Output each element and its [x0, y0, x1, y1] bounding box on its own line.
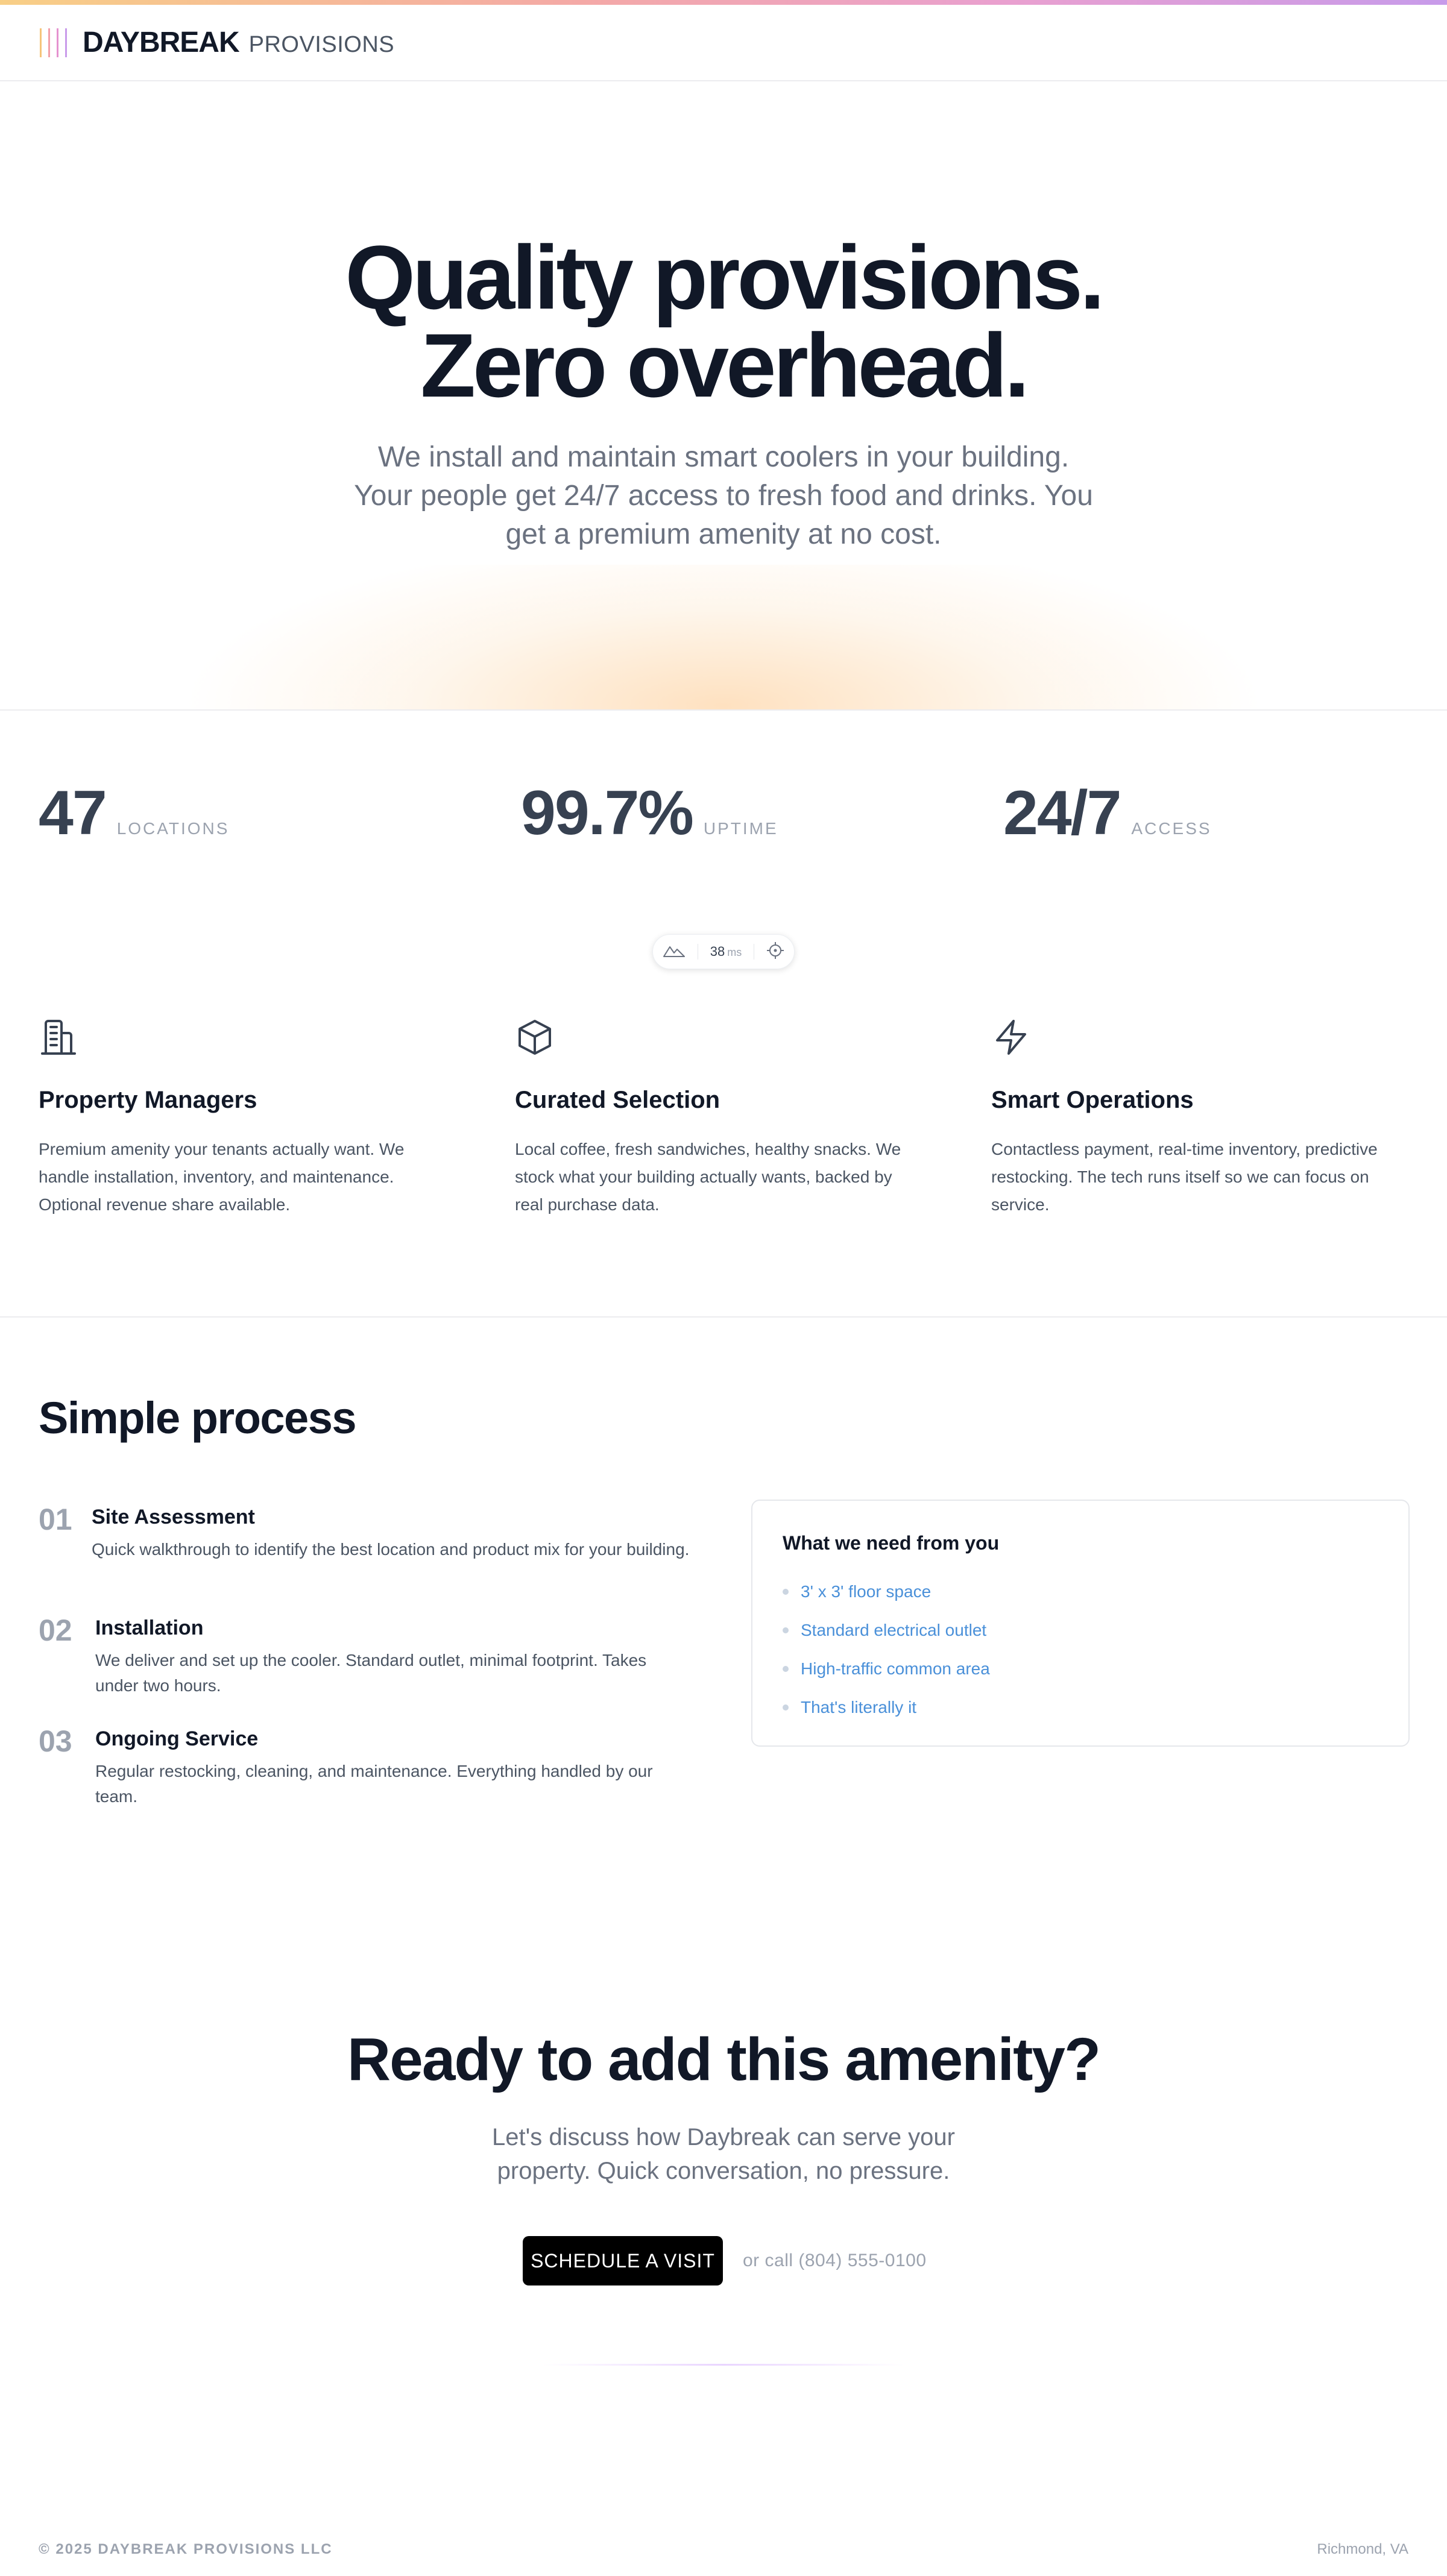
step-number: 02 [39, 1613, 72, 1647]
step-text: Regular restocking, cleaning, and mainte… [95, 1762, 653, 1806]
requirements-card: What we need from you 3' x 3' floor spac… [751, 1500, 1410, 1747]
latency-readout: 38 ms [710, 944, 742, 960]
stat-uptime: 99.7% UPTIME [521, 778, 778, 849]
latency-value: 38 [710, 944, 725, 959]
footer-copyright: © 2025 DAYBREAK PROVISIONS LLC [39, 2541, 333, 2557]
schedule-visit-button[interactable]: SCHEDULE A VISIT [523, 2236, 723, 2285]
bullet-dot [783, 1589, 789, 1595]
feature-smart-operations: Smart Operations Contactless payment, re… [991, 1017, 1401, 1219]
brand-link[interactable]: DAYBREAK PROVISIONS [83, 26, 394, 59]
latency-widget[interactable]: 38 ms [652, 934, 795, 969]
requirement-text: That's literally it [801, 1698, 917, 1717]
feature-title: Smart Operations [991, 1087, 1194, 1113]
step-text: Quick walkthrough to identify the best l… [92, 1540, 690, 1559]
list-item: High-traffic common area [783, 1650, 1378, 1688]
feature-title: Property Managers [39, 1087, 257, 1113]
stat-value: 99.7% [521, 778, 694, 848]
requirements-title: What we need from you [783, 1532, 1000, 1554]
package-icon [519, 1020, 551, 1055]
list-item: 3' x 3' floor space [783, 1572, 1378, 1611]
brand-name: DAYBREAK [83, 27, 240, 58]
feature-property-managers: Property Managers Premium amenity your t… [39, 1017, 449, 1219]
building-icon [41, 1020, 76, 1055]
hero-glow [181, 565, 1266, 709]
logo-bar [40, 28, 42, 57]
stat-value: 47 [39, 778, 107, 848]
stat-label: UPTIME [703, 819, 778, 838]
step-text: We deliver and set up the cooler. Standa… [95, 1651, 647, 1695]
feature-text: Local coffee, fresh sandwiches, healthy … [515, 1140, 901, 1214]
bullet-dot [783, 1666, 789, 1672]
feature-text: Premium amenity your tenants actually wa… [39, 1140, 405, 1214]
step-number: 03 [39, 1724, 72, 1758]
hero-section: Quality provisions. Zero overhead. We in… [0, 83, 1447, 709]
step-title: Site Assessment [92, 1506, 255, 1528]
feature-title: Curated Selection [515, 1087, 720, 1113]
latency-unit: ms [727, 946, 742, 958]
feature-text: Contactless payment, real-time inventory… [991, 1140, 1378, 1214]
stat-label: ACCESS [1131, 819, 1212, 838]
feature-curated-selection: Curated Selection Local coffee, fresh sa… [515, 1017, 925, 1219]
requirement-text: 3' x 3' floor space [801, 1582, 932, 1601]
step-content: Ongoing Service Regular restocking, clea… [95, 1725, 690, 1809]
requirements-list: 3' x 3' floor space Standard electrical … [783, 1572, 1378, 1727]
logo-bar [48, 28, 50, 57]
logo-bar [65, 28, 67, 57]
stat-locations: 47 LOCATIONS [39, 778, 229, 849]
requirement-text: Standard electrical outlet [801, 1621, 987, 1639]
stat-label: LOCATIONS [116, 819, 230, 838]
site-header: DAYBREAK PROVISIONS [0, 5, 1447, 81]
mountain-icon[interactable] [663, 943, 686, 961]
step-title: Installation [95, 1616, 204, 1639]
process-step: 03 Ongoing Service Regular restocking, c… [39, 1725, 690, 1809]
brand-subtitle: PROVISIONS [248, 32, 395, 57]
step-title: Ongoing Service [95, 1727, 259, 1750]
cta-title: Ready to add this amenity? [347, 2026, 1101, 2093]
process-step: 02 Installation We deliver and set up th… [39, 1614, 690, 1698]
step-content: Installation We deliver and set up the c… [95, 1614, 690, 1698]
crosshair-icon[interactable] [766, 941, 784, 963]
process-title: Simple process [39, 1393, 357, 1443]
list-item: Standard electrical outlet [783, 1611, 1378, 1650]
hero-title-line2: Zero overhead. [420, 315, 1029, 416]
logo-bar [57, 28, 58, 57]
step-number: 01 [39, 1503, 72, 1536]
process-step: 01 Site Assessment Quick walkthrough to … [39, 1503, 690, 1562]
footer-location: Richmond, VA [1317, 2541, 1408, 2557]
logo-mark [40, 28, 67, 57]
step-content: Site Assessment Quick walkthrough to ide… [92, 1503, 689, 1562]
divider [0, 1316, 1447, 1318]
stat-value: 24/7 [1003, 778, 1121, 848]
top-gradient-bar [0, 0, 1447, 5]
stat-access: 24/7 ACCESS [1003, 778, 1212, 849]
call-phone-link[interactable]: or call (804) 555-0100 [743, 2251, 927, 2271]
cta-subtitle: Let's discuss how Daybreak can serve you… [492, 2124, 955, 2184]
bullet-dot [783, 1627, 789, 1633]
hero-subtitle: We install and maintain smart coolers in… [354, 441, 1093, 550]
bullet-dot [783, 1704, 789, 1711]
decorative-divider [543, 2364, 904, 2366]
hero-title-line1: Quality provisions. [345, 227, 1105, 328]
requirement-text: High-traffic common area [801, 1659, 990, 1678]
lightning-icon [996, 1020, 1026, 1055]
divider [0, 709, 1447, 711]
list-item: That's literally it [783, 1688, 1378, 1727]
hero-title: Quality provisions. Zero overhead. [0, 232, 1447, 410]
